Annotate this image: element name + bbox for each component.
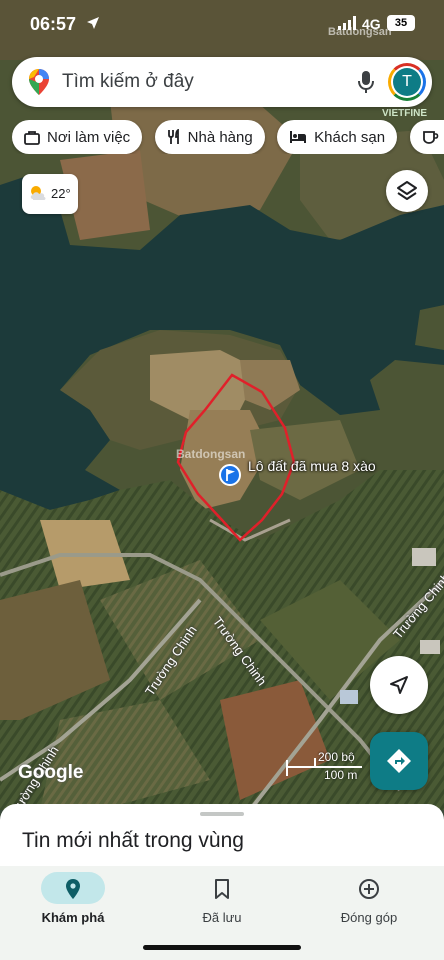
chip-label: Nhà hàng [187,128,253,146]
status-time: 06:57 [30,14,77,34]
battery-icon: 35 [387,15,415,31]
sheet-title: Tin mới nhất trong vùng [22,829,244,852]
navigation-arrow-icon [390,676,408,694]
explore-pin-icon [66,879,80,899]
nav-label: Đã lưu [202,910,242,925]
google-logo: Google [18,762,84,783]
nav-saved[interactable]: Đã lưu [157,872,287,932]
mic-icon[interactable] [358,70,374,94]
nav-label: Khám phá [41,910,105,925]
weather-badge[interactable]: 22° [22,174,78,214]
directions-icon [387,749,411,773]
maps-pin-icon [29,69,49,95]
chip-hotel[interactable]: Khách sạn [277,120,398,154]
sheet-drag-handle[interactable] [200,812,244,816]
category-chips: Nơi làm việc Nhà hàng Khách sạn Qu [12,120,444,154]
corner-text: VIETFINE [382,108,428,119]
battery-level: 35 [394,17,408,29]
partly-cloudy-icon [30,186,46,200]
place-marker[interactable] [219,464,241,486]
chip-coffee[interactable]: Qu [409,120,444,154]
layers-icon [397,181,417,200]
coffee-icon [422,130,438,144]
scale-tick [286,760,288,776]
avatar[interactable]: T [388,63,426,101]
chip-label: Nơi làm việc [47,128,131,146]
home-indicator [143,945,301,950]
add-circle-icon [359,879,379,899]
chip-label: Khách sạn [314,128,386,146]
chip-work[interactable]: Nơi làm việc [12,120,143,154]
temperature: 22° [51,186,71,201]
hotel-icon [290,131,307,143]
restaurant-icon [167,129,179,144]
place-label[interactable]: Lô đất đã mua 8 xào [248,458,388,475]
map-watermark: Batdongsan [176,447,246,461]
nav-label: Đóng góp [340,910,398,925]
signal-icon [338,16,356,30]
nav-explore[interactable]: Khám phá [8,872,138,932]
scale-metric: 100 m [324,768,358,782]
avatar-letter: T [393,68,421,96]
bookmark-icon [215,879,229,899]
flag-icon [226,469,235,481]
nav-contribute[interactable]: Đóng góp [304,872,434,932]
search-input[interactable]: Tìm kiếm ở đây [62,71,194,93]
directions-button[interactable] [370,732,428,790]
my-location-button[interactable] [370,656,428,714]
location-arrow-icon [87,17,99,29]
network-type: 4G [362,16,381,32]
status-bar: 06:57 4G 35 [0,0,444,50]
scale-imperial: 200 bộ [318,750,355,764]
briefcase-icon [24,130,40,145]
scale-bar: 200 bộ 100 m [286,750,364,784]
search-bar[interactable]: Tìm kiếm ở đây T [12,57,432,107]
chip-restaurant[interactable]: Nhà hàng [154,120,265,154]
layers-button[interactable] [386,170,428,212]
